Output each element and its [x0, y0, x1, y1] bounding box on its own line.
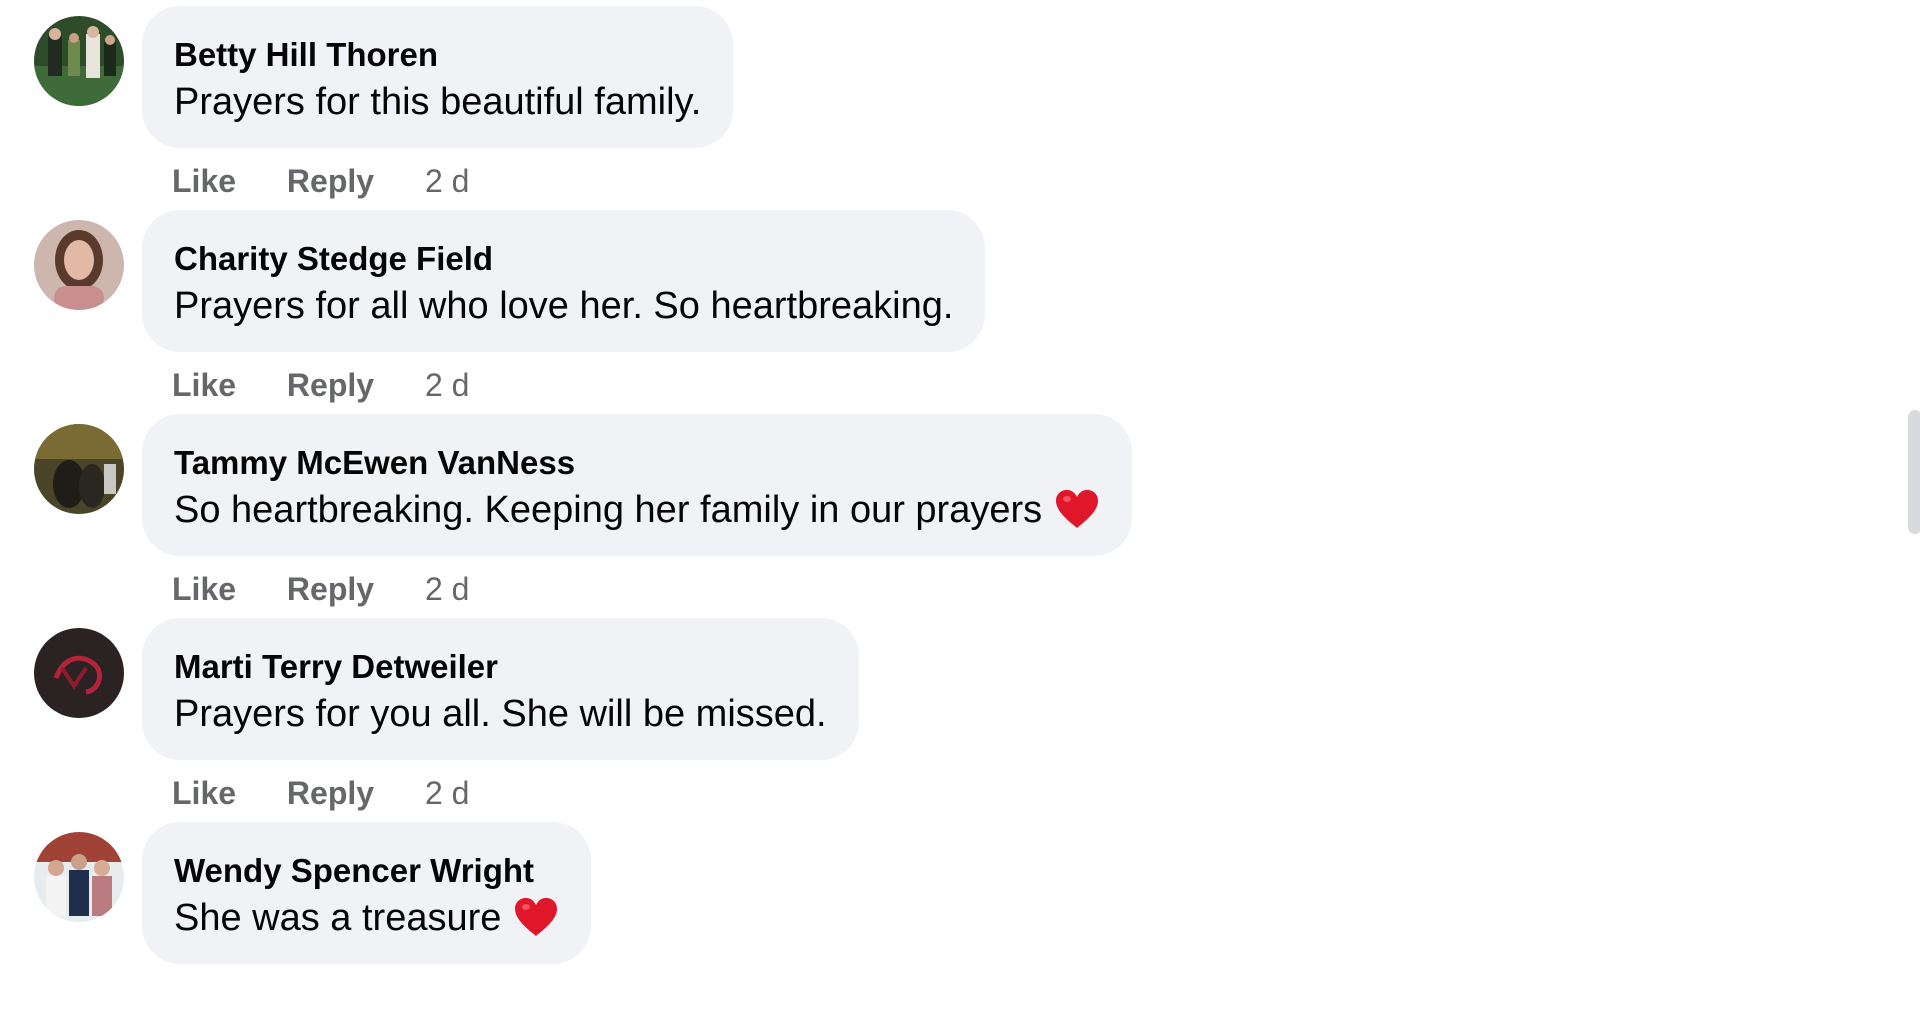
comment-author[interactable]: Betty Hill Thoren	[174, 33, 701, 77]
comment: Marti Terry Detweiler Prayers for you al…	[0, 618, 1300, 822]
comment-actions: Like Reply 2 d	[172, 360, 469, 410]
like-button[interactable]: Like	[172, 367, 236, 403]
like-button[interactable]: Like	[172, 775, 236, 811]
heart-emoji-icon	[513, 896, 559, 938]
scrollbar-thumb[interactable]	[1908, 410, 1920, 534]
avatar[interactable]	[34, 220, 124, 310]
comment-actions: Like Reply 2 d	[172, 564, 469, 614]
like-button[interactable]: Like	[172, 571, 236, 607]
comment-timestamp[interactable]: 2 d	[425, 367, 469, 403]
comment-bubble: Betty Hill Thoren Prayers for this beaut…	[142, 6, 734, 148]
comment-bubble: Charity Stedge Field Prayers for all who…	[142, 210, 986, 352]
comment: Charity Stedge Field Prayers for all who…	[0, 210, 1300, 414]
comment-text: Prayers for all who love her. So heartbr…	[174, 285, 954, 327]
like-button[interactable]: Like	[172, 163, 236, 199]
comment-timestamp[interactable]: 2 d	[425, 571, 469, 607]
comment: Tammy McEwen VanNess So heartbreaking. K…	[0, 414, 1300, 618]
comment-text-content: So heartbreaking. Keeping her family in …	[174, 489, 1043, 531]
comment-text-content: She was a treasure	[174, 897, 502, 939]
comment-author[interactable]: Charity Stedge Field	[174, 237, 953, 281]
reply-button[interactable]: Reply	[287, 367, 374, 403]
comment-author[interactable]: Wendy Spencer Wright	[174, 849, 559, 893]
comment: Betty Hill Thoren Prayers for this beaut…	[0, 6, 1300, 210]
comment: Wendy Spencer Wright She was a treasure	[0, 822, 1300, 1026]
reply-button[interactable]: Reply	[287, 571, 374, 607]
reply-button[interactable]: Reply	[287, 163, 374, 199]
comment-text: She was a treasure	[174, 893, 559, 943]
comment-bubble: Marti Terry Detweiler Prayers for you al…	[142, 618, 859, 760]
avatar[interactable]	[34, 628, 124, 718]
reply-button[interactable]: Reply	[287, 775, 374, 811]
comment-timestamp[interactable]: 2 d	[425, 163, 469, 199]
comment-actions: Like Reply 2 d	[172, 768, 469, 818]
comment-bubble: Tammy McEwen VanNess So heartbreaking. K…	[142, 414, 1133, 556]
comment-actions: Like Reply 2 d	[172, 156, 469, 206]
comment-bubble: Wendy Spencer Wright She was a treasure	[142, 822, 592, 964]
comment-text: So heartbreaking. Keeping her family in …	[174, 485, 1100, 535]
avatar[interactable]	[34, 16, 124, 106]
avatar[interactable]	[34, 424, 124, 514]
comment-author[interactable]: Marti Terry Detweiler	[174, 645, 827, 689]
heart-emoji-icon	[1054, 488, 1100, 530]
avatar[interactable]	[34, 832, 124, 922]
comment-timestamp[interactable]: 2 d	[425, 775, 469, 811]
comment-thread: Betty Hill Thoren Prayers for this beaut…	[0, 0, 1920, 964]
comment-text: Prayers for this beautiful family.	[174, 81, 702, 123]
comment-text: Prayers for you all. She will be missed.	[174, 693, 827, 735]
comment-author[interactable]: Tammy McEwen VanNess	[174, 441, 1100, 485]
